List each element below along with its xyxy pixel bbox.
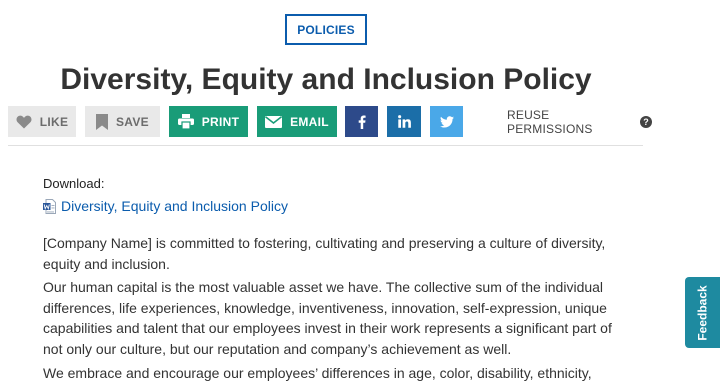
- download-label: Download:: [43, 176, 105, 191]
- page-title: Diversity, Equity and Inclusion Policy: [60, 63, 592, 96]
- email-label: EMAIL: [290, 114, 329, 129]
- reuse-permissions-label: REUSE PERMISSIONS: [507, 107, 593, 136]
- facebook-share-button[interactable]: [345, 106, 378, 137]
- envelope-icon: [265, 115, 283, 128]
- print-button[interactable]: PRINT: [169, 106, 248, 137]
- body-paragraph-3: We embrace and encourage our employees’ …: [43, 365, 592, 381]
- download-file-link[interactable]: Diversity, Equity and Inclusion Policy: [43, 198, 288, 214]
- like-button[interactable]: LIKE: [8, 106, 76, 137]
- download-file-name: Diversity, Equity and Inclusion Policy: [61, 198, 288, 214]
- facebook-icon: [358, 115, 366, 129]
- feedback-label: Feedback: [695, 284, 710, 341]
- linkedin-icon: [397, 115, 411, 128]
- body-paragraph-2: Our human capital is the most valuable a…: [43, 279, 612, 357]
- divider: [8, 145, 643, 146]
- word-document-icon: [43, 198, 56, 214]
- reuse-permissions-link[interactable]: REUSE PERMISSIONS ?: [507, 106, 652, 137]
- heart-icon: [16, 115, 32, 128]
- body-paragraph-1: [Company Name] is committed to fostering…: [43, 235, 606, 272]
- feedback-tab[interactable]: Feedback: [685, 277, 720, 348]
- question-circle-icon[interactable]: ?: [640, 115, 652, 128]
- bookmark-icon: [96, 113, 108, 130]
- twitter-share-button[interactable]: [430, 106, 463, 137]
- twitter-icon: [439, 115, 454, 128]
- printer-icon: [177, 114, 194, 129]
- save-button[interactable]: SAVE: [85, 106, 160, 137]
- print-label: PRINT: [201, 114, 240, 129]
- category-tag-link[interactable]: POLICIES: [285, 14, 367, 45]
- save-label: SAVE: [116, 114, 149, 129]
- linkedin-share-button[interactable]: [387, 106, 421, 137]
- like-label: LIKE: [39, 114, 69, 129]
- email-button[interactable]: EMAIL: [257, 106, 337, 137]
- action-toolbar: LIKE SAVE PRINT EMAIL REUSE PERMISSIONS …: [0, 106, 652, 138]
